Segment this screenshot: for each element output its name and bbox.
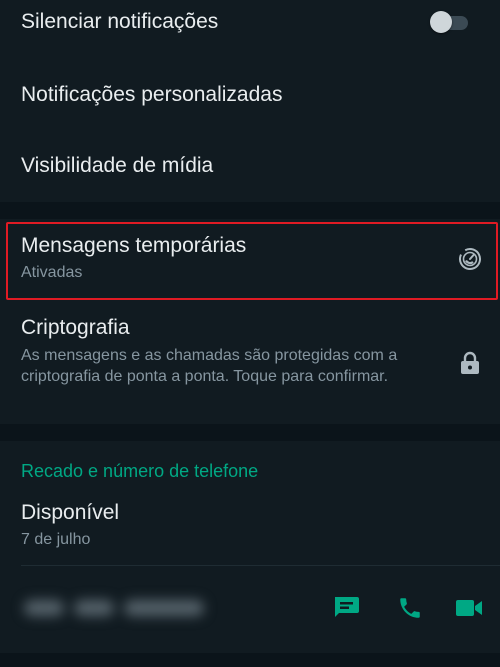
about-section-header: Recado e número de telefone [21,461,259,481]
message-icon [333,594,361,625]
toggle-thumb [430,11,452,33]
timer-icon [457,246,483,272]
mute-notifications-toggle[interactable] [430,11,470,33]
video-call-button[interactable] [454,595,484,625]
contact-info-screen: Silenciar notificações Notificações pers… [0,0,500,667]
notifications-section: Silenciar notificações Notificações pers… [0,0,500,202]
lock-icon [459,350,481,376]
encryption-item[interactable]: Criptografia As mensagens e as chamadas … [0,303,500,424]
about-status-item[interactable]: Disponível 7 de julho [0,491,500,563]
about-status-date: 7 de julho [21,531,91,548]
phone-icon [397,595,423,626]
disappearing-messages-status: Ativadas [21,264,83,281]
custom-notifications-item[interactable]: Notificações personalizadas [21,83,282,107]
media-visibility-item[interactable]: Visibilidade de mídia [21,154,213,178]
encryption-description: As mensagens e as chamadas são protegida… [21,347,398,385]
about-status-text: Disponível [21,501,120,524]
privacy-section: Mensagens temporárias Ativadas Criptogra… [0,219,500,424]
encryption-title: Criptografia [21,316,130,339]
video-call-icon [454,597,484,624]
mute-notifications-label[interactable]: Silenciar notificações [21,10,218,34]
disappearing-messages-title: Mensagens temporárias [21,234,247,257]
disappearing-messages-item[interactable]: Mensagens temporárias Ativadas [0,219,500,303]
phone-number-blurred [14,590,214,626]
message-button[interactable] [332,594,362,624]
voice-call-button[interactable] [395,595,425,625]
